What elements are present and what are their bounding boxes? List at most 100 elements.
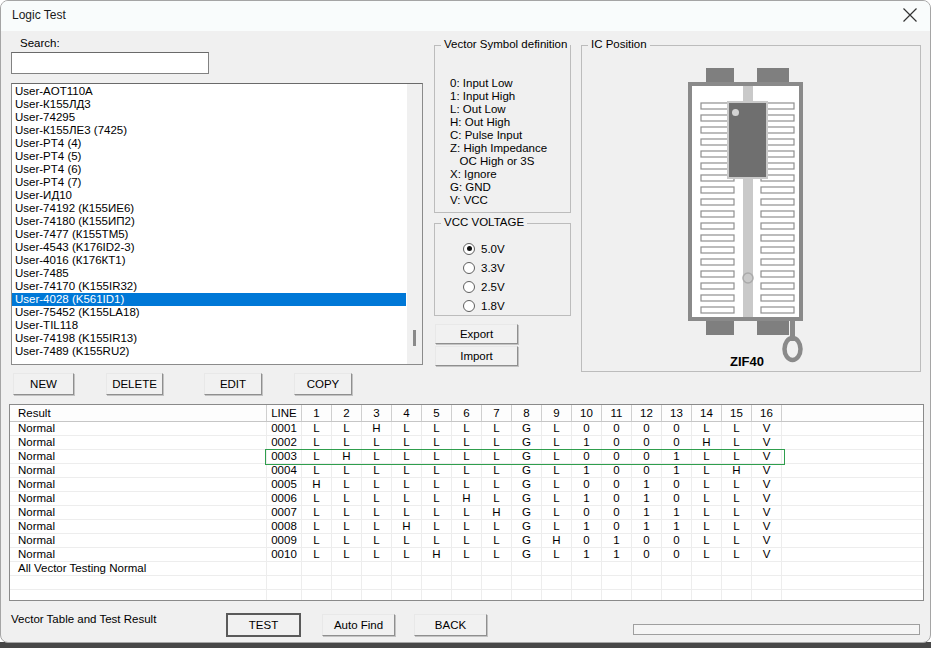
pin-column-header[interactable]: 3 [362, 405, 392, 421]
table-row[interactable]: Normal0007LLLLLLHGL0011LLV [10, 506, 923, 520]
pin-cell: 1 [572, 464, 602, 478]
search-label: Search: [20, 37, 60, 49]
list-item[interactable]: User-К155ЛЕ3 (7425) [12, 124, 406, 137]
pin-column-header[interactable]: 16 [752, 405, 782, 421]
line-cell: 0001 [267, 422, 302, 436]
table-row[interactable]: Normal0001LLHLLLLGL0000LLV [10, 422, 923, 436]
list-item[interactable]: User-75452 (K155LA18) [12, 306, 406, 319]
pin-column-header[interactable]: 10 [572, 405, 602, 421]
pin-cell [392, 590, 422, 601]
radio-icon[interactable] [463, 281, 475, 293]
list-item[interactable]: User-4543 (K176ID2-3) [12, 241, 406, 254]
pin-column-header[interactable]: 13 [662, 405, 692, 421]
titlebar: Logic Test [1, 1, 930, 31]
pin-cell: L [392, 422, 422, 436]
list-item[interactable]: User-4028 (K561ID1) [12, 293, 406, 306]
import-button[interactable]: Import [435, 346, 518, 366]
table-row[interactable]: Normal0010LLLLHLLGL1100LLV [10, 548, 923, 562]
radio-icon[interactable] [463, 243, 475, 255]
list-item[interactable]: User-4016 (К176КТ1) [12, 254, 406, 267]
pin-cell [662, 590, 692, 601]
close-icon[interactable] [900, 5, 920, 25]
pin-cell: L [542, 422, 572, 436]
edit-button[interactable]: EDIT [204, 373, 262, 395]
list-scrollbar[interactable] [407, 84, 422, 364]
list-item[interactable]: User-PT4 (6) [12, 163, 406, 176]
table-row[interactable]: Normal0005HLLLLLLGL0010LLV [10, 478, 923, 492]
pin-column-header[interactable]: 8 [512, 405, 542, 421]
delete-button[interactable]: DELETE [106, 373, 163, 395]
scrollbar-thumb[interactable] [413, 330, 416, 346]
copy-button[interactable]: COPY [294, 373, 352, 395]
pin-column-header[interactable]: 14 [692, 405, 722, 421]
export-button[interactable]: Export [435, 324, 518, 344]
list-item[interactable]: User-74295 [12, 111, 406, 124]
pin-cell: V [752, 492, 782, 506]
pin-cell: L [542, 492, 572, 506]
pin-column-header[interactable]: 1 [302, 405, 332, 421]
list-item[interactable]: User-ИД10 [12, 189, 406, 202]
list-item[interactable]: User-74192 (К155ИЕ6) [12, 202, 406, 215]
list-item[interactable]: User-TIL118 [12, 319, 406, 332]
test-button[interactable]: TEST [226, 613, 301, 637]
new-button[interactable]: NEW [13, 373, 74, 395]
pin-column-header[interactable]: 9 [542, 405, 572, 421]
table-row[interactable]: Normal0004LLLLLLLGL1001LHV [10, 464, 923, 478]
pin-cell: 0 [572, 422, 602, 436]
pin-column-header[interactable]: 5 [422, 405, 452, 421]
list-item[interactable]: User-74170 (K155IR32) [12, 280, 406, 293]
vector-symbol-group-title: Vector Symbol definition [441, 38, 570, 50]
pin-cell: L [482, 492, 512, 506]
table-row[interactable]: All Vector Testing Normal [10, 562, 923, 576]
radio-icon[interactable] [463, 300, 475, 312]
pin-cell: 0 [662, 422, 692, 436]
table-row[interactable]: Normal0008LLLHLLLGL1011LLV [10, 520, 923, 534]
list-item[interactable]: User-7477 (К155TM5) [12, 228, 406, 241]
pin-cell [752, 576, 782, 590]
auto-find-button[interactable]: Auto Find [322, 614, 395, 636]
pin-column-header[interactable]: 2 [332, 405, 362, 421]
pin-column-header[interactable]: 15 [722, 405, 752, 421]
pin-cell: H [392, 520, 422, 534]
list-item[interactable]: User-7485 [12, 267, 406, 280]
table-row[interactable] [10, 590, 923, 601]
vcc-option-5.0V[interactable]: 5.0V [463, 239, 505, 258]
vcc-option-3.3V[interactable]: 3.3V [463, 258, 505, 277]
search-input[interactable] [11, 52, 209, 74]
back-button[interactable]: BACK [414, 614, 487, 636]
pin-cell: V [752, 464, 782, 478]
pin-column-header[interactable]: 6 [452, 405, 482, 421]
pin-cell: H [302, 478, 332, 492]
pin-cell: L [482, 422, 512, 436]
pin-column-header[interactable]: 11 [602, 405, 632, 421]
result-column-header[interactable]: Result [10, 405, 267, 421]
pin-column-header[interactable]: 4 [392, 405, 422, 421]
pin-column-header[interactable]: 12 [632, 405, 662, 421]
pin-column-header[interactable]: 7 [482, 405, 512, 421]
list-item[interactable]: User-74198 (K155IR13) [12, 332, 406, 345]
list-item[interactable]: User-К155ЛД3 [12, 98, 406, 111]
list-item[interactable]: User-74180 (К155ИП2) [12, 215, 406, 228]
pin-cell: L [332, 492, 362, 506]
vcc-option-2.5V[interactable]: 2.5V [463, 277, 505, 296]
result-cell: Normal [10, 464, 267, 478]
list-item[interactable]: User-PT4 (5) [12, 150, 406, 163]
line-cell: 0006 [267, 492, 302, 506]
pin-cell: V [752, 548, 782, 562]
table-row[interactable]: Normal0006LLLLLHLGL1010LLV [10, 492, 923, 506]
list-item[interactable]: User-7489 (K155RU2) [12, 345, 406, 358]
table-row[interactable]: Normal0009LLLLLLLGH0100LLV [10, 534, 923, 548]
window-title: Logic Test [12, 8, 66, 22]
vcc-option-1.8V[interactable]: 1.8V [463, 296, 505, 315]
pin-cell: G [512, 520, 542, 534]
device-listbox[interactable]: User-AOT110AUser-К155ЛД3User-74295User-К… [11, 83, 423, 365]
table-row[interactable] [10, 576, 923, 590]
pin-cell [692, 576, 722, 590]
line-column-header[interactable]: LINE [267, 405, 302, 421]
list-item[interactable]: User-AOT110A [12, 85, 406, 98]
vcc-voltage-group: VCC VOLTAGE 5.0V3.3V2.5V1.8V [434, 223, 571, 316]
list-item[interactable]: User-PT4 (7) [12, 176, 406, 189]
radio-icon[interactable] [463, 262, 475, 274]
list-item[interactable]: User-PT4 (4) [12, 137, 406, 150]
table-row[interactable]: Normal0002LLLLLLLGL1000HLV [10, 436, 923, 450]
